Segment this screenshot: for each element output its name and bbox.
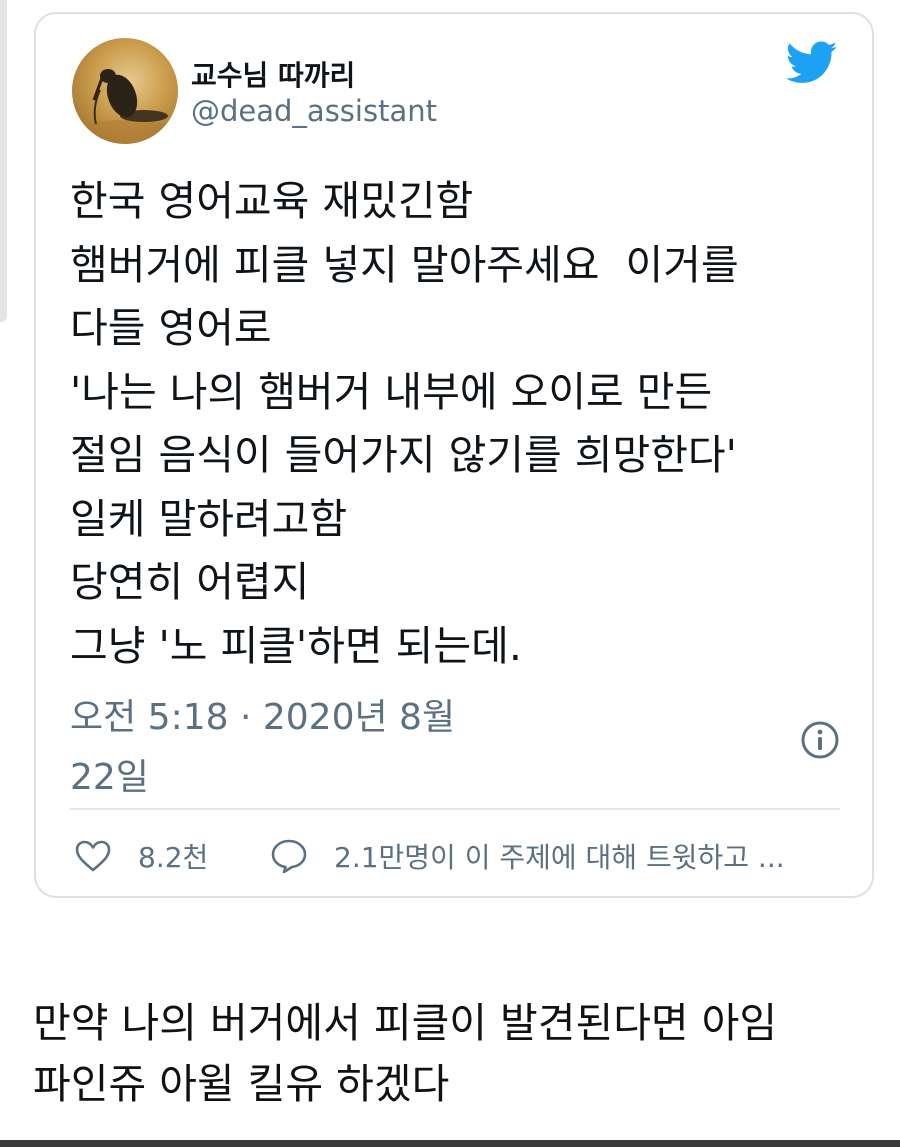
topic-activity-link[interactable]: 2.1만명이 이 주제에 대해 트윗하고 ... bbox=[270, 836, 785, 876]
info-icon[interactable] bbox=[800, 720, 840, 760]
heart-icon bbox=[75, 840, 111, 872]
speech-bubble-icon bbox=[271, 839, 307, 874]
tweet-card: 교수님 따까리 @dead_assistant 한국 영어교육 재밌긴함 햄버거… bbox=[34, 12, 874, 898]
author-handle[interactable]: @dead_assistant bbox=[191, 94, 437, 128]
caption-text: 만약 나의 버거에서 피클이 발견된다면 아임 파인쥬 아윌 킬유 하겠다 bbox=[33, 999, 778, 1108]
divider bbox=[70, 808, 840, 810]
like-count: 8.2천 bbox=[138, 841, 209, 874]
tweet-timestamp[interactable]: 오전 5:18 · 2020년 8월 22일 bbox=[70, 688, 490, 808]
left-edge-strip bbox=[0, 0, 7, 322]
twitter-bird-icon[interactable] bbox=[786, 40, 838, 86]
like-button[interactable]: 8.2천 bbox=[74, 836, 208, 876]
avatar[interactable] bbox=[72, 38, 178, 144]
penguin-avatar-image bbox=[75, 69, 175, 140]
topic-activity-text: 2.1만명이 이 주제에 대해 트윗하고 ... bbox=[334, 841, 785, 874]
author-display-name[interactable]: 교수님 따까리 bbox=[191, 54, 355, 94]
bottom-divider bbox=[0, 1140, 900, 1147]
tweet-text: 한국 영어교육 재밌긴함 햄버거에 피클 넣지 말아주세요 이거를 다들 영어로… bbox=[70, 177, 739, 670]
